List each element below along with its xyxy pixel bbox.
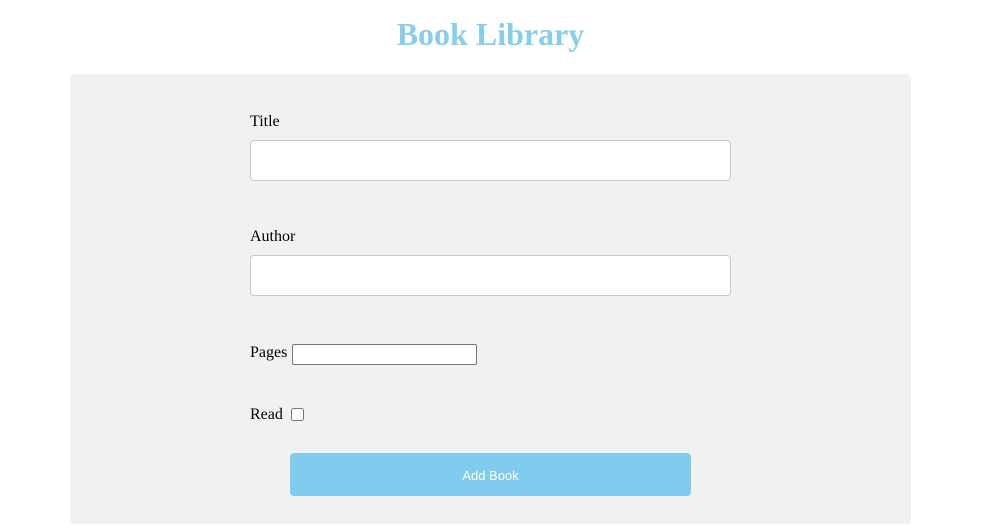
read-label: Read: [250, 406, 283, 423]
read-checkbox[interactable]: [291, 408, 304, 421]
book-form: Title Author Pages Read Add Book: [70, 74, 911, 524]
pages-input[interactable]: [292, 344, 477, 365]
page-title: Book Library: [396, 16, 585, 52]
title-input[interactable]: [250, 140, 731, 181]
add-book-button[interactable]: Add Book: [290, 453, 691, 496]
author-input[interactable]: [250, 255, 731, 296]
pages-label: Pages: [250, 344, 288, 361]
author-label: Author: [250, 228, 296, 245]
title-label: Title: [250, 113, 280, 130]
